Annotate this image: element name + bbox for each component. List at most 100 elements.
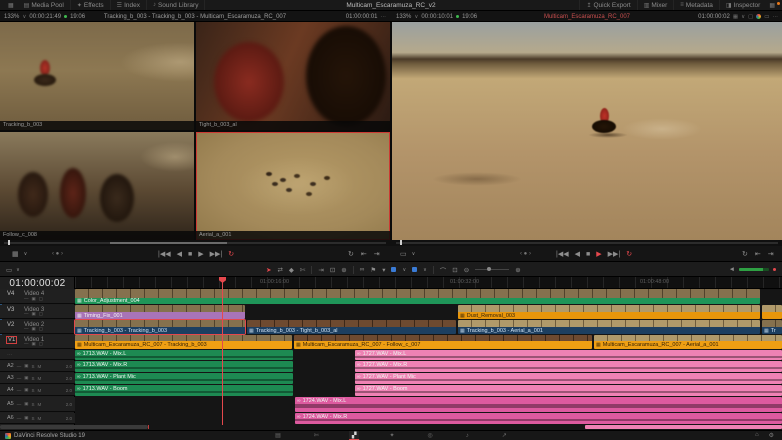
selection-mode-tool[interactable]: ➤ — [266, 266, 271, 274]
timeline-jog-control[interactable]: ‹ ● › — [520, 246, 531, 262]
play-button[interactable]: ▶ — [198, 250, 203, 258]
sound-library-button[interactable]: ♪Sound Library — [147, 0, 205, 10]
solo-button[interactable]: S — [32, 402, 35, 407]
timeline-zoom-level[interactable]: 133% — [396, 14, 411, 20]
timeline-view-control[interactable]: ▭ ∨ — [400, 246, 415, 262]
play-button[interactable]: ▶ — [596, 250, 601, 258]
multicam-grid-icon[interactable]: ▦ — [12, 250, 19, 258]
timeline-audio-clip[interactable]: ∞1713.WAV - Mix.R — [75, 361, 293, 372]
track-enable-icon[interactable]: — — [17, 388, 22, 393]
source-clip-title[interactable]: Tracking_b_003 - Tracking_b_003 - Multic… — [104, 14, 286, 20]
track-lock-icon[interactable]: ▣ — [24, 415, 28, 421]
dynamic-trim-tool[interactable]: ◆ — [289, 266, 294, 274]
snapping-magnet-icon[interactable]: ⌒ — [440, 265, 447, 275]
page-edit-button[interactable]: ▞ — [349, 431, 360, 440]
stop-button[interactable]: ■ — [188, 251, 192, 258]
horizontal-scrollbar-thumb[interactable] — [0, 425, 148, 429]
source-scrubber-playhead[interactable] — [8, 240, 10, 245]
timeline-clip-v2[interactable]: ▦Tracking_b_003 - Aerial_a_001 — [458, 320, 760, 334]
timeline-audio-clip[interactable]: ∞1727.WAV - Boom — [355, 385, 782, 396]
timeline-audio-clip[interactable]: ∞1727.WAV - Mix.L — [355, 350, 782, 360]
timeline-clip-v3[interactable]: ▦Timing_Fix_001 — [75, 305, 245, 319]
timeline-clip-v4[interactable]: ▦Color_Adjustment_004 — [75, 289, 760, 304]
audio-level-meter[interactable] — [739, 268, 769, 271]
loop-button[interactable]: ↻ — [228, 250, 234, 258]
project-settings-icon[interactable]: ⚙ — [769, 432, 774, 439]
timeline-audio-clip[interactable]: ∞1713.WAV - Boom — [75, 385, 293, 396]
track-enable-icon[interactable]: — — [17, 364, 22, 369]
link-clips-button[interactable]: ∞ — [360, 266, 365, 273]
track-header-a3[interactable]: A3 — ▣ S M 2.0 — [0, 373, 75, 384]
timeline-audio-clip-partial[interactable] — [585, 425, 782, 429]
track-enable-icon[interactable]: — — [24, 341, 29, 347]
page-deliver-button[interactable]: ↗ — [499, 431, 510, 440]
track-enable-icon[interactable]: — — [24, 326, 29, 332]
insert-clip-button[interactable]: ⇥ — [318, 266, 323, 274]
marker-color-swatch[interactable] — [412, 267, 417, 272]
timeline-box-dropdown-icon[interactable]: ∨ — [412, 251, 416, 257]
step-back-button[interactable]: ◀ — [575, 250, 580, 258]
track-lock-icon[interactable]: ▣ — [24, 401, 28, 407]
loop-range-icon[interactable]: ↻ — [742, 250, 748, 258]
track-autoselect-icon[interactable]: ▢ — [39, 341, 43, 347]
zoom-slider[interactable] — [475, 269, 509, 270]
timeline-clip-v2[interactable]: ▦Tracking_b_003 - Tight_b_003_al — [247, 320, 456, 334]
timeline-title[interactable]: Multicam_Escaramuza_RC_007 — [544, 14, 630, 20]
timeline-scrubber[interactable] — [396, 242, 778, 244]
track-autoselect-icon[interactable]: ▢ — [39, 296, 43, 302]
track-lock-icon[interactable]: ▣ — [32, 326, 36, 332]
timeline-audio-clip[interactable]: ∞1713.WAV - Plant Mic — [75, 373, 293, 384]
track-lock-icon[interactable]: ▣ — [24, 375, 28, 381]
playhead-line[interactable] — [222, 277, 223, 425]
trim-edit-mode-tool[interactable]: ⇄ — [277, 266, 282, 274]
marker-dropdown-icon[interactable]: ▾ — [382, 266, 385, 274]
zoom-slider-handle[interactable] — [487, 267, 491, 271]
track-header-v1[interactable]: V1 Video 1 —▣▢ — [0, 335, 75, 349]
timeline-clip-v1[interactable]: ▦Multicam_Escaramuza_RC_007 - Tracking_b… — [75, 335, 292, 349]
track-enable-icon[interactable]: — — [24, 311, 29, 317]
multicam-view-control[interactable]: ▦ ∨ — [12, 246, 27, 262]
track-enable-icon[interactable]: — — [24, 296, 29, 302]
goto-out-button[interactable]: ⇥ — [374, 250, 380, 258]
timeline-clip-v1[interactable]: ▦Multicam_Escaramuza_RC_007 - Aerial_a_0… — [594, 335, 782, 349]
track-enable-icon[interactable]: — — [17, 402, 22, 407]
overwrite-clip-button[interactable]: ⊡ — [330, 266, 335, 274]
goto-out-button[interactable]: ⇥ — [768, 250, 774, 258]
quick-export-button[interactable]: ↥Quick Export — [579, 0, 636, 10]
index-button[interactable]: ☰Index — [111, 0, 147, 10]
multicam-grid-dropdown-icon[interactable]: ∨ — [24, 251, 28, 257]
solo-button[interactable]: S — [32, 416, 35, 421]
mute-button[interactable]: M — [38, 364, 42, 369]
track-lock-icon[interactable]: ▣ — [32, 311, 36, 317]
loop-button[interactable]: ↻ — [626, 250, 632, 258]
page-cut-button[interactable]: ✄ — [311, 431, 322, 440]
solo-button[interactable]: S — [32, 388, 35, 393]
source-zoom-level[interactable]: 133% — [4, 14, 19, 20]
track-header-a2[interactable]: A2 — ▣ S M 2.0 — [0, 361, 75, 372]
goto-in-button[interactable]: ⇤ — [755, 250, 761, 258]
timeline-box-icon[interactable]: ▭ — [400, 250, 407, 258]
dual-viewer-icon[interactable]: ▭ — [764, 14, 769, 20]
metadata-button[interactable]: ≡Metadata — [673, 0, 719, 10]
timeline-audio-clip[interactable]: ∞1724.WAV - Mix.L — [295, 397, 782, 412]
flag-button[interactable]: ⚑ — [370, 266, 376, 274]
last-frame-button[interactable]: ▶▶| — [210, 250, 223, 258]
zoom-fit-button[interactable]: ⊡ — [452, 266, 457, 274]
timeline-clip-v3[interactable]: ▦Dust_Removal_003 — [458, 305, 760, 319]
track-autoselect-icon[interactable]: ▢ — [39, 326, 43, 332]
solo-button[interactable]: S — [32, 376, 35, 381]
multicam-angle-follow[interactable]: Follow_c_008 — [0, 132, 194, 240]
track-lock-icon[interactable]: ▣ — [32, 296, 36, 302]
speaker-icon[interactable]: ◄ — [729, 266, 735, 273]
timeline-clip-v1[interactable]: ▦Multicam_Escaramuza_RC_007 - Follow_c_0… — [294, 335, 592, 349]
track-enable-icon[interactable]: — — [17, 376, 22, 381]
timeline-view-dropdown-icon[interactable]: ∨ — [16, 267, 20, 273]
page-fusion-button[interactable]: ✦ — [387, 431, 398, 440]
track-enable-icon[interactable]: — — [17, 416, 22, 421]
stop-button[interactable]: ■ — [586, 251, 590, 258]
flag-color-dropdown-icon[interactable]: ∨ — [402, 267, 406, 273]
track-header-a1[interactable]: ··· — [0, 350, 75, 360]
mixer-button[interactable]: ▥Mixer — [637, 0, 674, 10]
mute-button[interactable]: M — [38, 402, 42, 407]
track-header-v4[interactable]: V4 Video 4 —▣▢ — [0, 289, 75, 304]
